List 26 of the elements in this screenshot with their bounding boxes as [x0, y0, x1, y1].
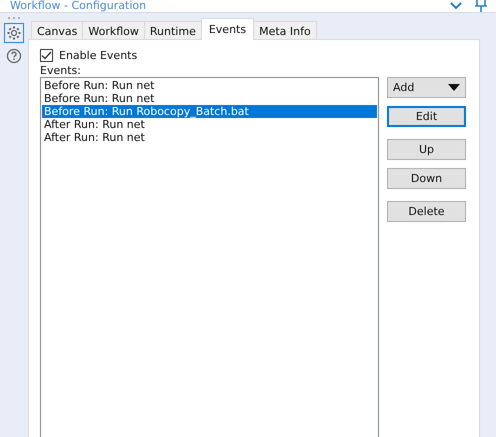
list-item[interactable]: After Run: Run net [42, 118, 377, 131]
list-item[interactable]: Before Run: Run net [42, 92, 377, 105]
chevron-down-icon[interactable] [450, 2, 462, 10]
list-item[interactable]: Before Run: Run Robocopy_Batch.bat [42, 105, 377, 118]
window-title: Workflow - Configuration [10, 0, 148, 12]
list-item[interactable]: After Run: Run net [42, 131, 377, 144]
checkbox-label: Enable Events [59, 48, 138, 62]
caret-icon [448, 84, 460, 91]
checkbox[interactable] [40, 48, 53, 62]
more-icon [7, 16, 21, 20]
list-item[interactable]: Before Run: Run net [42, 79, 377, 92]
tab[interactable]: Runtime [144, 21, 202, 40]
events-label: Events: [40, 65, 82, 77]
pin-icon[interactable] [474, 0, 488, 12]
button[interactable]: Down [387, 168, 466, 189]
events-list[interactable]: Before Run: Run net Before Run: Run net Before Run: Run Robocopy_Batch.bat After Run: Run net After Run: Run net [40, 77, 379, 437]
button[interactable]: Edit [387, 106, 466, 127]
tab[interactable]: Meta Info [253, 21, 317, 40]
button[interactable]: Delete [387, 201, 466, 222]
settings-icon[interactable] [4, 23, 24, 43]
dropdown-button[interactable]: Add [387, 77, 466, 98]
tab[interactable]: Canvas [31, 21, 84, 40]
tab[interactable]: Events [200, 18, 254, 40]
tab[interactable]: Workflow [82, 21, 145, 40]
help-icon[interactable] [4, 46, 24, 66]
button[interactable]: Up [387, 139, 466, 160]
